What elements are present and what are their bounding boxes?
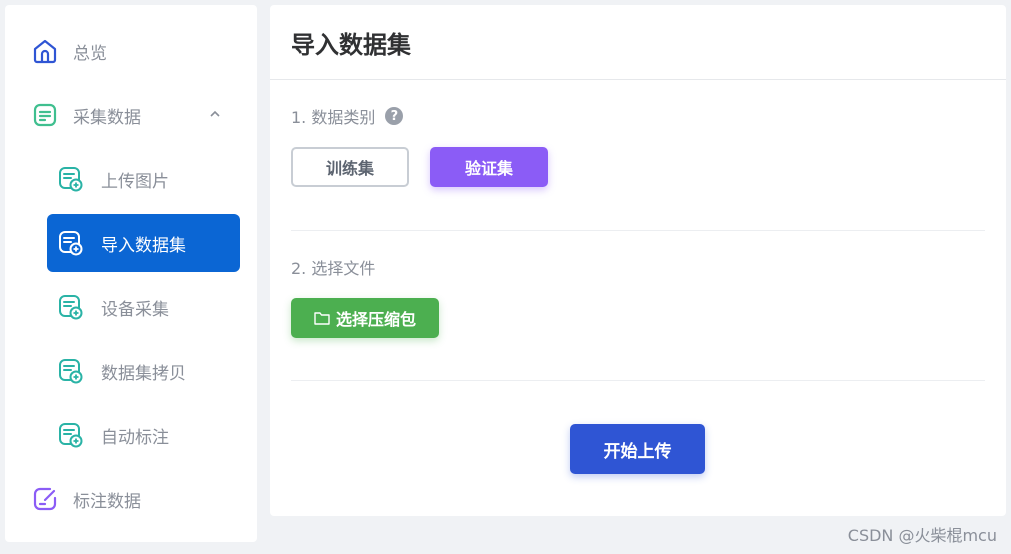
divider	[291, 380, 985, 381]
sidebar-item-dataset-copy[interactable]: 数据集拷贝	[47, 342, 240, 400]
main-panel: 导入数据集 1. 数据类别 ? 训练集 验证集 2. 选择文件 选择压缩包 开始…	[270, 5, 1006, 516]
sidebar-item-label: 总览	[73, 43, 107, 64]
divider	[291, 230, 985, 231]
sidebar-item-label: 设备采集	[101, 299, 169, 320]
document-add-icon	[57, 229, 85, 257]
sidebar-item-label: 数据集拷贝	[101, 363, 186, 384]
document-add-icon	[57, 421, 85, 449]
document-add-icon	[57, 165, 85, 193]
validation-set-button[interactable]: 验证集	[430, 147, 548, 187]
select-archive-button[interactable]: 选择压缩包	[291, 298, 439, 338]
folder-icon	[314, 311, 330, 325]
document-icon	[31, 101, 59, 129]
sidebar-item-device-collect[interactable]: 设备采集	[47, 278, 240, 336]
sidebar-item-annotate-data[interactable]: 标注数据	[31, 470, 231, 528]
section-select-file: 2. 选择文件	[291, 255, 375, 279]
help-icon[interactable]: ?	[385, 107, 404, 125]
start-upload-button[interactable]: 开始上传	[570, 424, 705, 474]
train-set-button[interactable]: 训练集	[291, 147, 409, 187]
sidebar-item-upload-image[interactable]: 上传图片	[47, 150, 240, 208]
sidebar-item-overview[interactable]: 总览	[31, 22, 231, 80]
section-label: 2. 选择文件	[291, 259, 376, 278]
section-label: 1. 数据类别	[291, 108, 376, 127]
sidebar-item-import-dataset[interactable]: 导入数据集	[47, 214, 240, 272]
select-archive-label: 选择压缩包	[335, 310, 416, 329]
section-data-category: 1. 数据类别 ?	[291, 104, 404, 128]
page-title: 导入数据集	[270, 5, 1006, 80]
chevron-up-icon[interactable]	[207, 106, 223, 122]
home-icon	[31, 37, 59, 65]
edit-icon	[31, 485, 59, 513]
sidebar-item-label: 自动标注	[101, 427, 169, 448]
sidebar: 总览 采集数据 上传图片 导入数据集 设备采集 数据集拷贝 自动标注 标注数据	[5, 5, 257, 542]
document-add-icon	[57, 357, 85, 385]
sidebar-item-label: 导入数据集	[101, 235, 186, 256]
sidebar-item-auto-annotate[interactable]: 自动标注	[47, 406, 240, 464]
document-add-icon	[57, 293, 85, 321]
sidebar-item-collect-data[interactable]: 采集数据	[31, 86, 231, 144]
sidebar-item-label: 上传图片	[101, 171, 169, 192]
sidebar-item-label: 标注数据	[73, 491, 141, 512]
watermark: CSDN @火柴棍mcu	[847, 526, 997, 545]
sidebar-item-label: 采集数据	[73, 107, 141, 128]
